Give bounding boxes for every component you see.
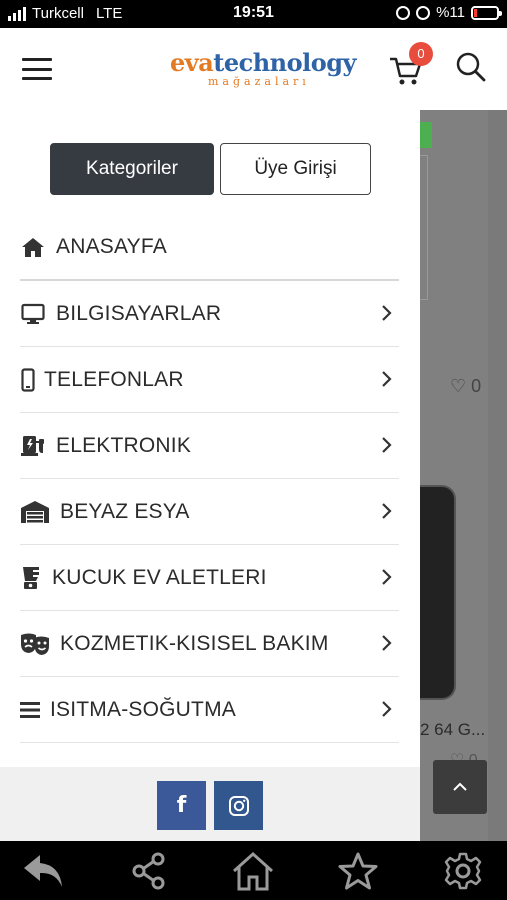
back-button[interactable] <box>22 849 66 893</box>
logo-subtitle: mağazaları <box>208 75 310 88</box>
menu-item-label: KUCUK EV ALETLERI <box>52 565 267 589</box>
theater-masks-icon <box>20 631 50 657</box>
monitor-icon <box>20 301 46 327</box>
tab-uye-girisi[interactable]: Üye Girişi <box>220 143 371 195</box>
side-drawer: Kategoriler Üye Girişi ANASAYFA BILGISAY… <box>0 110 420 841</box>
scroll-top-button[interactable] <box>433 760 487 814</box>
alarm-icon <box>416 5 431 20</box>
drawer-tabs: Kategoriler Üye Girişi <box>50 143 371 195</box>
menu-item-label: ISITMA-SOĞUTMA <box>50 697 236 721</box>
chevron-right-icon <box>382 569 392 585</box>
menu-item-kucuk-ev-aletleri[interactable]: KUCUK EV ALETLERI <box>20 545 399 611</box>
star-icon <box>338 852 378 890</box>
logo-eva: eva <box>170 48 214 77</box>
menu-item-label: BEYAZ ESYA <box>60 499 190 523</box>
menu-item-beyaz-esya[interactable]: BEYAZ ESYA <box>20 479 399 545</box>
menu-item-label: ELEKTRONIK <box>56 433 192 457</box>
settings-button[interactable] <box>441 849 485 893</box>
background-phone-image <box>420 485 456 700</box>
share-button[interactable] <box>127 849 171 893</box>
search-icon[interactable] <box>456 52 486 82</box>
drawer-social-footer: f <box>0 767 420 841</box>
warehouse-icon <box>20 499 50 525</box>
menu-item-telefonlar[interactable]: TELEFONLAR <box>20 347 399 413</box>
like-count: 0 <box>471 376 482 396</box>
brand-logo[interactable]: evatechnology mağazaları <box>170 48 356 90</box>
blender-icon <box>20 565 42 591</box>
home-icon <box>232 851 274 891</box>
battery-icon <box>471 5 502 20</box>
menu-item-label: KOZMETIK-KISISEL BAKIM <box>60 631 329 655</box>
background-like: ♡ 0 <box>450 376 481 397</box>
share-icon <box>132 852 165 890</box>
status-right: %11 <box>396 4 502 21</box>
instagram-icon[interactable] <box>214 781 263 830</box>
chevron-right-icon <box>382 371 392 387</box>
list-icon <box>20 697 40 723</box>
logo-technology: technology <box>213 48 356 77</box>
app-header: evatechnology mağazaları 0 <box>0 28 507 110</box>
chevron-right-icon <box>382 437 392 453</box>
heart-icon: ♡ <box>450 376 467 396</box>
chevron-up-icon <box>453 782 467 791</box>
facebook-icon[interactable]: f <box>157 781 206 830</box>
home-icon <box>20 234 46 260</box>
home-button[interactable] <box>231 849 275 893</box>
background-product-image <box>420 155 428 300</box>
bottom-toolbar <box>0 841 507 900</box>
menu-item-bilgisayarlar[interactable]: BILGISAYARLAR <box>20 281 399 347</box>
mobile-icon <box>20 367 36 393</box>
cart-count-badge[interactable]: 0 <box>409 42 433 66</box>
reply-icon <box>24 855 62 887</box>
menu-item-kozmetik[interactable]: KOZMETIK-KISISEL BAKIM <box>20 611 399 677</box>
charging-station-icon <box>20 433 46 459</box>
background-badge <box>420 122 432 148</box>
chevron-right-icon <box>382 701 392 717</box>
menu-item-elektronik[interactable]: ELEKTRONIK <box>20 413 399 479</box>
status-bar: Turkcell LTE 19:51 %11 <box>0 0 507 28</box>
favorite-button[interactable] <box>336 849 380 893</box>
menu-item-isitma-sogutma[interactable]: ISITMA-SOĞUTMA <box>20 677 399 743</box>
category-menu: ANASAYFA BILGISAYARLAR TELEFONLAR ELEKTR… <box>20 215 399 743</box>
orientation-lock-icon <box>396 5 411 20</box>
battery-percent: %11 <box>436 4 465 21</box>
menu-item-anasayfa[interactable]: ANASAYFA <box>20 215 399 281</box>
hamburger-icon[interactable] <box>22 58 52 80</box>
menu-item-label: ANASAYFA <box>56 235 167 258</box>
gear-icon <box>444 852 482 890</box>
menu-item-label: TELEFONLAR <box>44 367 184 391</box>
tab-kategoriler[interactable]: Kategoriler <box>50 143 214 195</box>
chevron-right-icon <box>382 503 392 519</box>
chevron-right-icon <box>382 305 392 321</box>
chevron-right-icon <box>382 635 392 651</box>
menu-item-label: BILGISAYARLAR <box>56 301 222 325</box>
background-product-title: 2 64 G... <box>420 720 486 739</box>
background-gutter <box>488 110 507 841</box>
